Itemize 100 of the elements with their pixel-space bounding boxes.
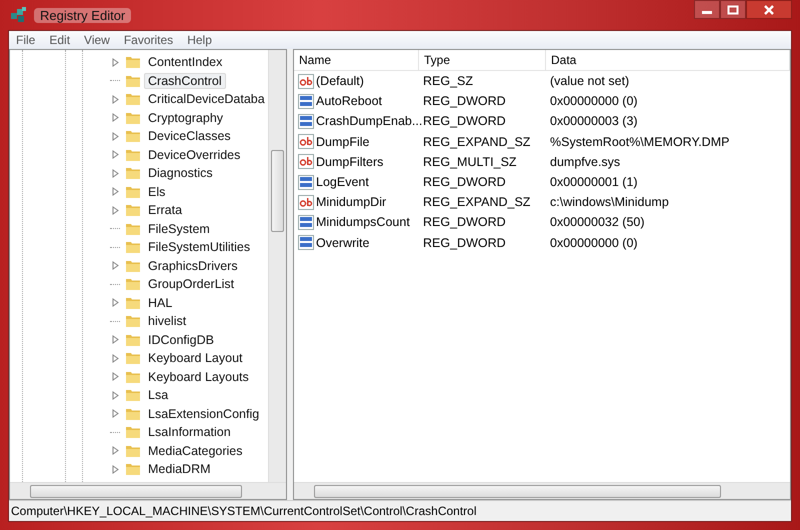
- menu-item[interactable]: Help: [180, 33, 219, 47]
- tree-item[interactable]: GraphicsDrivers: [144, 258, 242, 274]
- tree-item[interactable]: IDConfigDB: [144, 332, 218, 348]
- expand-arrow-icon[interactable]: [112, 335, 120, 344]
- tree-item[interactable]: Errata: [144, 202, 186, 218]
- tree-item[interactable]: MediaCategories: [144, 442, 246, 459]
- tree-item[interactable]: MediaDRM: [144, 461, 215, 478]
- tree-item[interactable]: FileSystemUtilities: [144, 239, 254, 256]
- maximize-button[interactable]: [720, 0, 746, 19]
- folder-icon: [125, 296, 141, 310]
- tree-item[interactable]: Keyboard Layout: [144, 350, 247, 366]
- folder-icon: [125, 388, 141, 402]
- expand-arrow-icon[interactable]: [112, 187, 120, 196]
- tree-item[interactable]: Lsa: [144, 387, 172, 404]
- tree-item[interactable]: DeviceOverrides: [144, 146, 244, 163]
- value-name[interactable]: DumpFile: [316, 134, 370, 149]
- tree-item[interactable]: Diagnostics: [144, 165, 217, 182]
- value-name[interactable]: CrashDumpEnab...: [316, 114, 422, 128]
- tree-item[interactable]: FileSystem: [144, 220, 214, 237]
- binary-value-icon: [298, 214, 314, 230]
- tree-item[interactable]: Cryptography: [144, 110, 228, 126]
- folder-icon: [125, 92, 141, 106]
- folder-icon: [125, 444, 141, 458]
- folder-icon: [125, 462, 141, 476]
- expand-arrow-icon[interactable]: [112, 113, 120, 122]
- expand-arrow-icon[interactable]: [112, 464, 120, 474]
- value-data: 0x00000000 (0): [549, 94, 639, 108]
- expand-arrow-icon[interactable]: [112, 390, 120, 400]
- value-name[interactable]: (Default): [316, 74, 364, 88]
- close-button[interactable]: [746, 0, 792, 19]
- value-data: 0x00000001 (1): [549, 175, 639, 190]
- expand-arrow-icon[interactable]: [112, 446, 120, 456]
- value-type: REG_SZ: [422, 74, 474, 88]
- minimize-button[interactable]: [694, 0, 720, 19]
- folder-icon: [125, 332, 141, 347]
- column-header[interactable]: Name: [294, 50, 419, 70]
- tree-item[interactable]: CriticalDeviceDataba: [144, 91, 268, 108]
- binary-value-icon: [298, 174, 314, 190]
- string-value-icon: [298, 154, 314, 170]
- tree-item[interactable]: LsaInformation: [144, 424, 235, 440]
- horizontal-scrollbar[interactable]: [10, 482, 286, 499]
- string-value-icon: [298, 74, 314, 89]
- tree-item[interactable]: GroupOrderList: [144, 276, 238, 292]
- folder-icon: [125, 184, 141, 199]
- value-name[interactable]: MinidumpDir: [316, 195, 386, 210]
- tree-item[interactable]: LsaExtensionConfig: [144, 406, 264, 422]
- expand-arrow-icon[interactable]: [112, 132, 120, 141]
- expand-arrow-icon[interactable]: [112, 372, 120, 382]
- folder-icon: [125, 370, 141, 384]
- menu-item[interactable]: Favorites: [116, 33, 180, 47]
- value-type: REG_DWORD: [422, 236, 507, 250]
- tree-item[interactable]: DeviceClasses: [144, 128, 235, 144]
- folder-icon: [125, 222, 141, 236]
- menu-item[interactable]: File: [9, 33, 42, 47]
- tree-item[interactable]: CrashControl: [144, 72, 226, 89]
- column-header[interactable]: Data: [546, 50, 790, 70]
- vertical-scrollbar[interactable]: [268, 50, 286, 482]
- menu-item[interactable]: Edit: [42, 33, 78, 47]
- value-name[interactable]: DumpFilters: [316, 154, 384, 169]
- tree-item[interactable]: Els: [144, 184, 170, 200]
- expand-arrow-icon[interactable]: [112, 206, 120, 215]
- folder-icon: [125, 148, 141, 162]
- tree-item[interactable]: HAL: [144, 294, 176, 311]
- folder-icon: [125, 258, 141, 273]
- value-name[interactable]: LogEvent: [316, 175, 369, 190]
- folder-icon: [125, 129, 141, 144]
- expand-arrow-icon[interactable]: [112, 150, 120, 160]
- value-type: REG_DWORD: [422, 114, 507, 128]
- folder-icon: [125, 110, 141, 125]
- folder-icon: [125, 314, 141, 328]
- value-type: REG_EXPAND_SZ: [422, 195, 532, 210]
- tree-item[interactable]: ContentIndex: [144, 54, 226, 70]
- folder-icon: [125, 55, 141, 70]
- status-path: Computer\HKEY_LOCAL_MACHINE\SYSTEM\CurrentControlSet\Control\CrashControl: [11, 504, 476, 518]
- expand-arrow-icon[interactable]: [112, 261, 120, 270]
- expand-arrow-icon[interactable]: [112, 298, 120, 308]
- minimize-icon: [702, 11, 712, 14]
- folder-icon: [125, 406, 141, 421]
- value-name[interactable]: Overwrite: [316, 236, 370, 250]
- value-data: (value not set): [549, 74, 630, 88]
- expand-arrow-icon[interactable]: [112, 94, 120, 104]
- menu-item[interactable]: View: [77, 33, 117, 47]
- value-name[interactable]: AutoReboot: [316, 94, 382, 108]
- column-header[interactable]: Type: [419, 50, 546, 70]
- horizontal-scrollbar[interactable]: [294, 482, 790, 499]
- expand-arrow-icon[interactable]: [112, 168, 120, 178]
- maximize-icon: [727, 4, 739, 14]
- value-name[interactable]: MinidumpsCount: [316, 215, 410, 230]
- expand-arrow-icon[interactable]: [112, 58, 120, 67]
- tree-item[interactable]: hivelist: [144, 313, 190, 330]
- folder-icon: [125, 74, 141, 88]
- folder-icon: [125, 351, 141, 366]
- binary-value-icon: [298, 94, 314, 109]
- registry-cubes-icon: [10, 6, 28, 24]
- expand-arrow-icon[interactable]: [112, 409, 120, 418]
- window-title: Registry Editor: [34, 8, 132, 22]
- folder-icon: [125, 203, 141, 218]
- expand-arrow-icon[interactable]: [112, 354, 120, 363]
- tree-item[interactable]: Keyboard Layouts: [144, 368, 253, 385]
- value-type: REG_DWORD: [422, 175, 507, 190]
